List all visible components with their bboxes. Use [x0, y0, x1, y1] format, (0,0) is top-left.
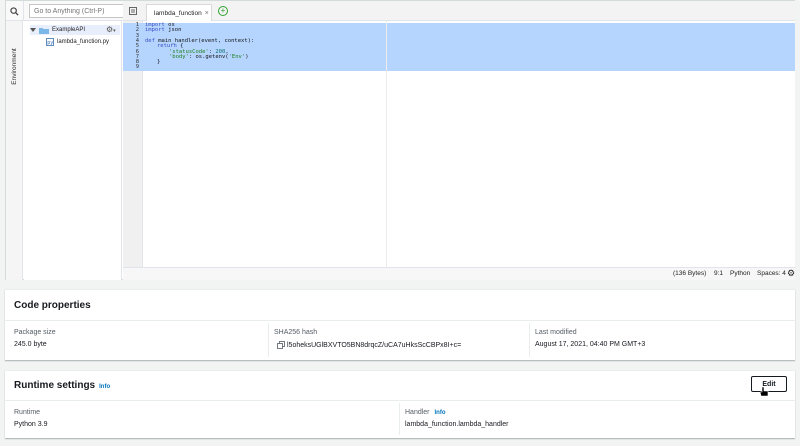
sha256-text: l5oheksUGlBXVTO5BN8drqcZ/uCA7uHksScCBPx8… [287, 341, 462, 349]
runtime-settings-panel: Runtime settings Info Edit Runtime Pytho… [5, 370, 795, 438]
caret-down-icon[interactable] [30, 27, 36, 33]
line-number-gutter: 1 2 3 4 5 6 7 8 9 [123, 21, 143, 267]
text-selection [143, 23, 795, 71]
runtime-label: Runtime [14, 409, 41, 416]
go-to-anything-input[interactable] [29, 4, 137, 18]
tree-file-lambda-function[interactable]: py lambda_function.py [46, 37, 109, 47]
column-divider [529, 323, 530, 357]
copy-icon[interactable] [277, 341, 285, 349]
sha256-label: SHA256 hash [274, 329, 318, 336]
tab-lambda-function[interactable]: lambda_function × [146, 4, 212, 21]
python-file-icon: py [46, 38, 54, 46]
add-tab-glyph: + [220, 6, 226, 15]
code-keyword: def [145, 37, 155, 44]
column-divider [399, 403, 400, 435]
last-modified-value: August 17, 2021, 04:40 PM GMT+3 [535, 341, 646, 348]
code-text: : os.getenv( [188, 53, 229, 60]
code-line: } [157, 59, 161, 66]
tab-menu-icon[interactable] [126, 4, 140, 18]
folder-icon [39, 27, 49, 34]
code-keyword: import [145, 27, 165, 34]
panel-title: Runtime settings [14, 380, 96, 391]
editor-column: lambda_function × + 1 2 3 4 5 6 7 8 9 im… [123, 1, 795, 280]
indent-status[interactable]: Spaces: 4 [757, 270, 786, 277]
handler-label-row: Handler Info [405, 409, 446, 416]
code-text: json [164, 27, 182, 34]
search-icon[interactable] [6, 1, 24, 21]
runtime-settings-heading: Runtime settings Info [14, 380, 110, 391]
gear-icon[interactable]: ⚙▾ [106, 25, 116, 36]
edit-button[interactable]: Edit [751, 376, 787, 392]
file-size-status: (136 Bytes) [673, 270, 707, 277]
tab-label: lambda_function [154, 9, 202, 17]
panel-header: Runtime settings Info Edit [5, 371, 795, 401]
sha256-value: l5oheksUGlBXVTO5BN8drqcZ/uCA7uHksScCBPx8… [277, 341, 461, 349]
folder-label: ExampleAPI [52, 27, 86, 33]
tree-folder-exampleapi[interactable]: ExampleAPI ⚙▾ [30, 25, 120, 35]
column-divider [268, 323, 269, 357]
close-icon[interactable]: × [205, 10, 209, 17]
runtime-value: Python 3.9 [14, 421, 48, 428]
settings-icon[interactable]: ⚙ [787, 268, 795, 279]
editor-status-bar: (136 Bytes) 9:1 Python Spaces: 4 ⚙ [123, 267, 795, 280]
code-text: } [157, 59, 161, 66]
code-editor-ide: Environment ExampleAPI ⚙▾ py lambda_func… [5, 0, 795, 280]
environment-side-tab[interactable]: Environment [6, 21, 23, 280]
code-string: 'body' [169, 53, 189, 60]
language-mode-status[interactable]: Python [730, 270, 750, 277]
code-text: ) [245, 53, 249, 60]
editor-tab-bar: lambda_function × + [123, 1, 795, 21]
search-bar [6, 1, 142, 21]
handler-value: lambda_function.lambda_handler [405, 421, 509, 428]
handler-info-link[interactable]: Info [435, 410, 446, 416]
info-link[interactable]: Info [99, 384, 110, 390]
environment-tab-text: Environment [11, 47, 18, 85]
environment-tab-label: Environment [8, 45, 21, 87]
last-modified-label: Last modified [535, 329, 577, 336]
handler-label: Handler [405, 409, 430, 416]
code-line: 'body': os.getenv('Env') [169, 53, 249, 60]
mouse-cursor-icon [760, 387, 769, 397]
code-editor[interactable]: import os import json def main_handler(e… [143, 21, 795, 267]
cursor-position-status[interactable]: 9:1 [714, 270, 723, 277]
file-tree: ExampleAPI ⚙▾ py lambda_function.py [24, 21, 122, 280]
svg-text:py: py [47, 40, 53, 46]
add-tab-icon[interactable]: + [218, 6, 228, 16]
code-line: import json [145, 27, 182, 34]
print-margin [386, 21, 387, 267]
file-label: lambda_function.py [57, 39, 110, 45]
code-properties-panel: Code properties Package size 245.0 byte … [5, 289, 795, 360]
package-size-label: Package size [14, 329, 56, 336]
panel-title: Code properties [14, 300, 91, 311]
panel-header: Code properties [5, 290, 795, 321]
gutter-selection [123, 23, 143, 71]
package-size-value: 245.0 byte [14, 341, 47, 348]
code-string: 'Env' [228, 53, 246, 60]
line-number: 9 [135, 64, 139, 71]
